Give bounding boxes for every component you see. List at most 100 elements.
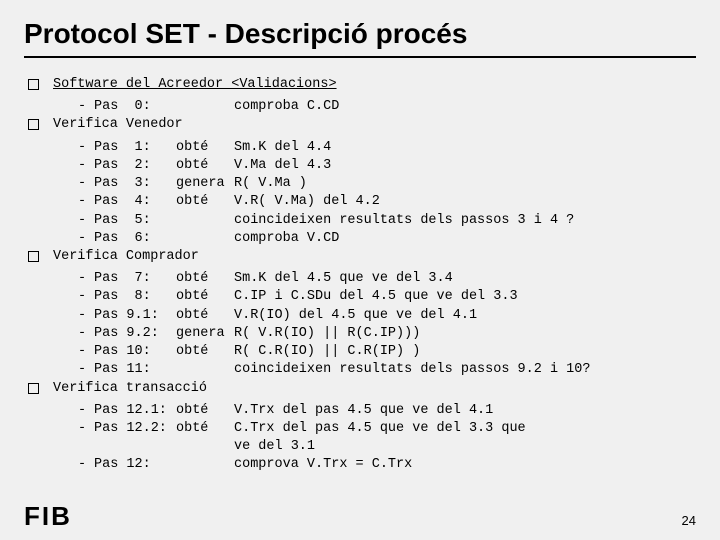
dash-icon: - <box>70 307 94 325</box>
list-item: -Pas 4:obtéV.R( V.Ma) del 4.2 <box>70 193 696 211</box>
step-action: obté <box>176 139 234 157</box>
dash-icon: - <box>70 193 94 211</box>
list-item: -Pas 9.1:obtéV.R(IO) del 4.5 que ve del … <box>70 307 696 325</box>
step-label: Pas 8: <box>94 288 176 306</box>
dash-icon: - <box>70 212 94 230</box>
section-header-text: Verifica Comprador <box>53 248 199 266</box>
step-description: comproba V.CD <box>234 230 696 248</box>
list-item: -Pas 0: comproba C.CD <box>70 98 696 116</box>
step-action <box>176 456 234 474</box>
step-action: genera <box>176 325 234 343</box>
list-item: -Pas 6: comproba V.CD <box>70 230 696 248</box>
step-action: obté <box>176 270 234 288</box>
step-label: Pas 2: <box>94 157 176 175</box>
step-description: R( V.Ma ) <box>234 175 696 193</box>
step-description: Sm.K del 4.5 que ve del 3.4 <box>234 270 696 288</box>
section-items: -Pas 12.1:obtéV.Trx del pas 4.5 que ve d… <box>70 402 696 475</box>
step-description: comproba C.CD <box>234 98 696 116</box>
dash-icon: - <box>70 343 94 361</box>
list-item: -Pas 8:obtéC.IP i C.SDu del 4.5 que ve d… <box>70 288 696 306</box>
step-label: Pas 4: <box>94 193 176 211</box>
step-label: Pas 5: <box>94 212 176 230</box>
step-action <box>176 98 234 116</box>
list-item: -Pas 12.2:obtéC.Trx del pas 4.5 que ve d… <box>70 420 696 438</box>
dash-icon: - <box>70 98 94 116</box>
step-label: Pas 7: <box>94 270 176 288</box>
section-items: -Pas 7:obtéSm.K del 4.5 que ve del 3.4-P… <box>70 270 696 379</box>
step-description: V.Ma del 4.3 <box>234 157 696 175</box>
step-label: Pas 12.2: <box>94 420 176 438</box>
sections-container: -Pas 0:comproba C.CDVerifica Venedor-Pas… <box>24 98 696 474</box>
list-item: -Pas 5: coincideixen resultats dels passo… <box>70 212 696 230</box>
bullet-square-icon <box>28 79 39 90</box>
step-action <box>176 230 234 248</box>
list-item: -Pas 11: coincideixen resultats dels pass… <box>70 361 696 379</box>
step-description: Sm.K del 4.4 <box>234 139 696 157</box>
step-description: comprova V.Trx = C.Trx <box>234 456 696 474</box>
dash-icon: - <box>70 288 94 306</box>
slide-content: Software del Acreedor <Validacions> -Pas… <box>24 76 696 475</box>
dash-icon: - <box>70 270 94 288</box>
step-action <box>176 361 234 379</box>
dash-icon: - <box>70 402 94 420</box>
step-description: coincideixen resultats dels passos 3 i 4… <box>234 212 696 230</box>
bullet-square-icon <box>28 119 39 130</box>
step-action: obté <box>176 193 234 211</box>
dash-icon: - <box>70 325 94 343</box>
step-description: R( C.R(IO) || C.R(IP) ) <box>234 343 696 361</box>
list-item: -Pas 12.1:obtéV.Trx del pas 4.5 que ve d… <box>70 402 696 420</box>
step-action: obté <box>176 157 234 175</box>
step-label: Pas 11: <box>94 361 176 379</box>
step-label: Pas 10: <box>94 343 176 361</box>
dash-icon: - <box>70 157 94 175</box>
dash-icon: - <box>70 420 94 438</box>
section-header: Verifica Venedor <box>24 116 696 134</box>
step-description: V.Trx del pas 4.5 que ve del 4.1 <box>234 402 696 420</box>
step-description: C.Trx del pas 4.5 que ve del 3.3 que <box>234 420 696 438</box>
step-description: V.R( V.Ma) del 4.2 <box>234 193 696 211</box>
step-description: ve del 3.1 <box>234 438 696 456</box>
dash-icon: - <box>70 175 94 193</box>
step-description: coincideixen resultats dels passos 9.2 i… <box>234 361 696 379</box>
step-label: Pas 12.1: <box>94 402 176 420</box>
step-action: genera <box>176 175 234 193</box>
bullet-square-icon <box>28 383 39 394</box>
dash-icon: - <box>70 139 94 157</box>
step-label: Pas 3: <box>94 175 176 193</box>
section-items: -Pas 1:obtéSm.K del 4.4-Pas 2:obtéV.Ma d… <box>70 139 696 248</box>
list-item: -Pas 10:obtéR( C.R(IO) || C.R(IP) ) <box>70 343 696 361</box>
step-description: R( V.R(IO) || R(C.IP))) <box>234 325 696 343</box>
section-header: Verifica Comprador <box>24 248 696 266</box>
section-items: -Pas 0: comproba C.CD <box>70 98 696 116</box>
dash-icon: - <box>70 230 94 248</box>
step-description: V.R(IO) del 4.5 que ve del 4.1 <box>234 307 696 325</box>
footer-logo: FIB <box>24 501 72 532</box>
step-description: C.IP i C.SDu del 4.5 que ve del 3.3 <box>234 288 696 306</box>
step-label: Pas 9.2: <box>94 325 176 343</box>
step-action: obté <box>176 402 234 420</box>
step-action: obté <box>176 420 234 438</box>
slide-title: Protocol SET - Descripció procés <box>24 18 696 50</box>
step-label: Pas 1: <box>94 139 176 157</box>
section-header: Verifica transacció <box>24 380 696 398</box>
step-label: Pas 12: <box>94 456 176 474</box>
dash-icon: - <box>70 456 94 474</box>
dash-icon: - <box>70 361 94 379</box>
list-item: -Pas 3:generaR( V.Ma ) <box>70 175 696 193</box>
slide: Protocol SET - Descripció procés Softwar… <box>0 0 720 540</box>
step-action <box>176 212 234 230</box>
page-number: 24 <box>682 513 696 528</box>
step-action <box>176 438 234 456</box>
step-label: Pas 0: <box>94 98 176 116</box>
list-item: -Pas 2:obtéV.Ma del 4.3 <box>70 157 696 175</box>
bullet-square-icon <box>28 251 39 262</box>
dash-icon <box>70 438 94 456</box>
step-action: obté <box>176 288 234 306</box>
step-label: Pas 6: <box>94 230 176 248</box>
list-item: -Pas 7:obtéSm.K del 4.5 que ve del 3.4 <box>70 270 696 288</box>
list-item: -Pas 9.2:generaR( V.R(IO) || R(C.IP))) <box>70 325 696 343</box>
section-header-text: Verifica Venedor <box>53 116 183 134</box>
step-action: obté <box>176 343 234 361</box>
list-item: -Pas 1:obtéSm.K del 4.4 <box>70 139 696 157</box>
list-item: -Pas 12: comprova V.Trx = C.Trx <box>70 456 696 474</box>
